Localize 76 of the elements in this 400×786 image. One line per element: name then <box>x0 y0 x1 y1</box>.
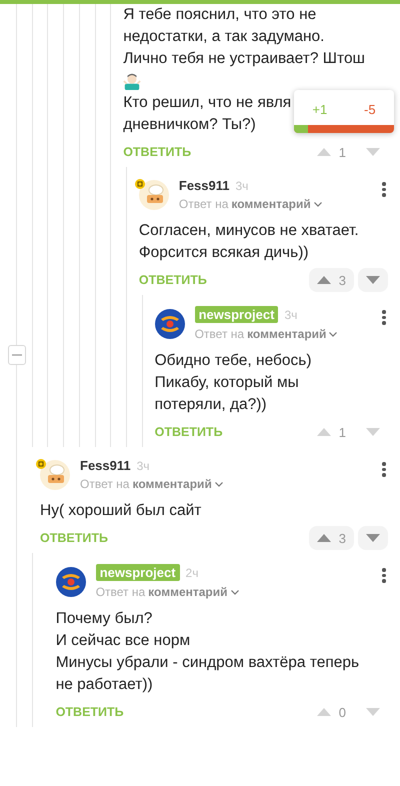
more-menu-button[interactable] <box>380 182 388 196</box>
reply-to-label: Ответ на <box>80 477 130 491</box>
comment-text: Минусы убрали - синдром вахтёра теперь <box>56 653 360 673</box>
comment-text: Согласен, минусов не хватает. <box>138 221 359 241</box>
avatar-icon <box>138 180 169 210</box>
shrugging-person-icon <box>123 72 142 90</box>
comment-text: Форсится всякая дичь)) <box>138 243 309 263</box>
chevron-down-icon <box>230 590 239 594</box>
comment-text: И сейчас все норм <box>56 631 190 651</box>
comment-time: 2ч <box>186 566 198 580</box>
upvote-button[interactable]: 0 <box>308 700 354 724</box>
up-arrow-icon <box>316 428 331 436</box>
badge-icon <box>134 178 145 188</box>
up-arrow-icon <box>316 534 331 542</box>
comment-text: Пикабу, который мы <box>154 373 299 393</box>
upvote-button[interactable]: 1 <box>308 420 354 444</box>
more-menu-button[interactable] <box>380 310 388 324</box>
badge-icon <box>36 458 46 468</box>
more-menu-button[interactable] <box>380 462 388 476</box>
down-arrow-icon <box>366 276 380 284</box>
down-arrow-icon <box>366 534 380 542</box>
comment-time: 3ч <box>284 308 298 322</box>
author-name[interactable]: Fess911 <box>178 178 230 193</box>
vote-count: 0 <box>338 704 346 720</box>
reply-button[interactable]: ОТВЕТИТЬ <box>40 531 108 545</box>
down-arrow-icon <box>366 148 380 156</box>
vote-count: 3 <box>338 530 346 546</box>
comment-text: Ну( хороший был сайт <box>40 501 202 521</box>
reply-button[interactable]: ОТВЕТИТЬ <box>138 273 207 287</box>
plus-count: +1 <box>312 102 328 117</box>
author-name[interactable]: newsproject <box>96 564 180 581</box>
upvote-button[interactable]: 1 <box>308 140 354 164</box>
reply-button[interactable]: ОТВЕТИТЬ <box>56 705 124 719</box>
avatar-icon <box>40 460 70 490</box>
author-name[interactable]: Fess911 <box>80 458 131 473</box>
comment-text: Кто решил, что не явля <box>123 93 292 113</box>
author-name[interactable]: newsproject <box>194 306 278 323</box>
reply-target-link[interactable]: комментарий <box>132 477 212 491</box>
chevron-down-icon <box>329 332 338 336</box>
comment-text: Почему был? <box>56 609 152 629</box>
collapse-button[interactable] <box>8 345 26 365</box>
comment-time: 3ч <box>236 178 248 192</box>
reply-button[interactable]: ОТВЕТИТЬ <box>123 145 192 159</box>
vote-count: 1 <box>338 144 346 160</box>
downvote-button[interactable] <box>358 526 388 550</box>
comment-time: 3ч <box>136 458 150 472</box>
reply-button[interactable]: ОТВЕТИТЬ <box>154 425 223 439</box>
comment-text: Лично тебя не устраивает? Штош <box>123 49 365 69</box>
comment-text: недостатки, а так задумано. <box>123 27 324 47</box>
down-arrow-icon <box>366 708 380 716</box>
avatar-icon <box>154 308 185 338</box>
reply-target-link[interactable]: комментарий <box>231 197 311 211</box>
upvote-button[interactable]: 3 <box>308 526 354 550</box>
comment-text: потеряли, да?)) <box>154 395 267 415</box>
reply-target-link[interactable]: комментарий <box>247 327 326 341</box>
avatar-icon <box>56 566 86 596</box>
comment-text: Я тебе пояснил, что это не <box>123 5 316 25</box>
up-arrow-icon <box>316 708 331 716</box>
reply-target-link[interactable]: комментарий <box>148 585 228 599</box>
upvote-button[interactable]: 3 <box>308 268 354 292</box>
minus-count: -5 <box>364 102 376 117</box>
comment-text: не работает)) <box>56 675 153 695</box>
up-arrow-icon <box>316 276 331 284</box>
up-arrow-icon <box>316 148 331 156</box>
reply-to-label: Ответ на <box>96 585 146 599</box>
more-menu-button[interactable] <box>380 568 388 582</box>
chevron-down-icon <box>214 482 223 486</box>
downvote-button[interactable] <box>358 268 388 292</box>
down-arrow-icon <box>366 428 380 436</box>
comment-text: дневничком? Ты?) <box>123 115 256 135</box>
vote-count: 1 <box>338 424 346 440</box>
comment-text: Обидно тебе, небось) <box>154 351 312 371</box>
chevron-down-icon <box>314 202 322 206</box>
reply-to-label: Ответ на <box>178 197 228 211</box>
reply-to-label: Ответ на <box>194 327 244 341</box>
vote-count: 3 <box>338 272 346 288</box>
